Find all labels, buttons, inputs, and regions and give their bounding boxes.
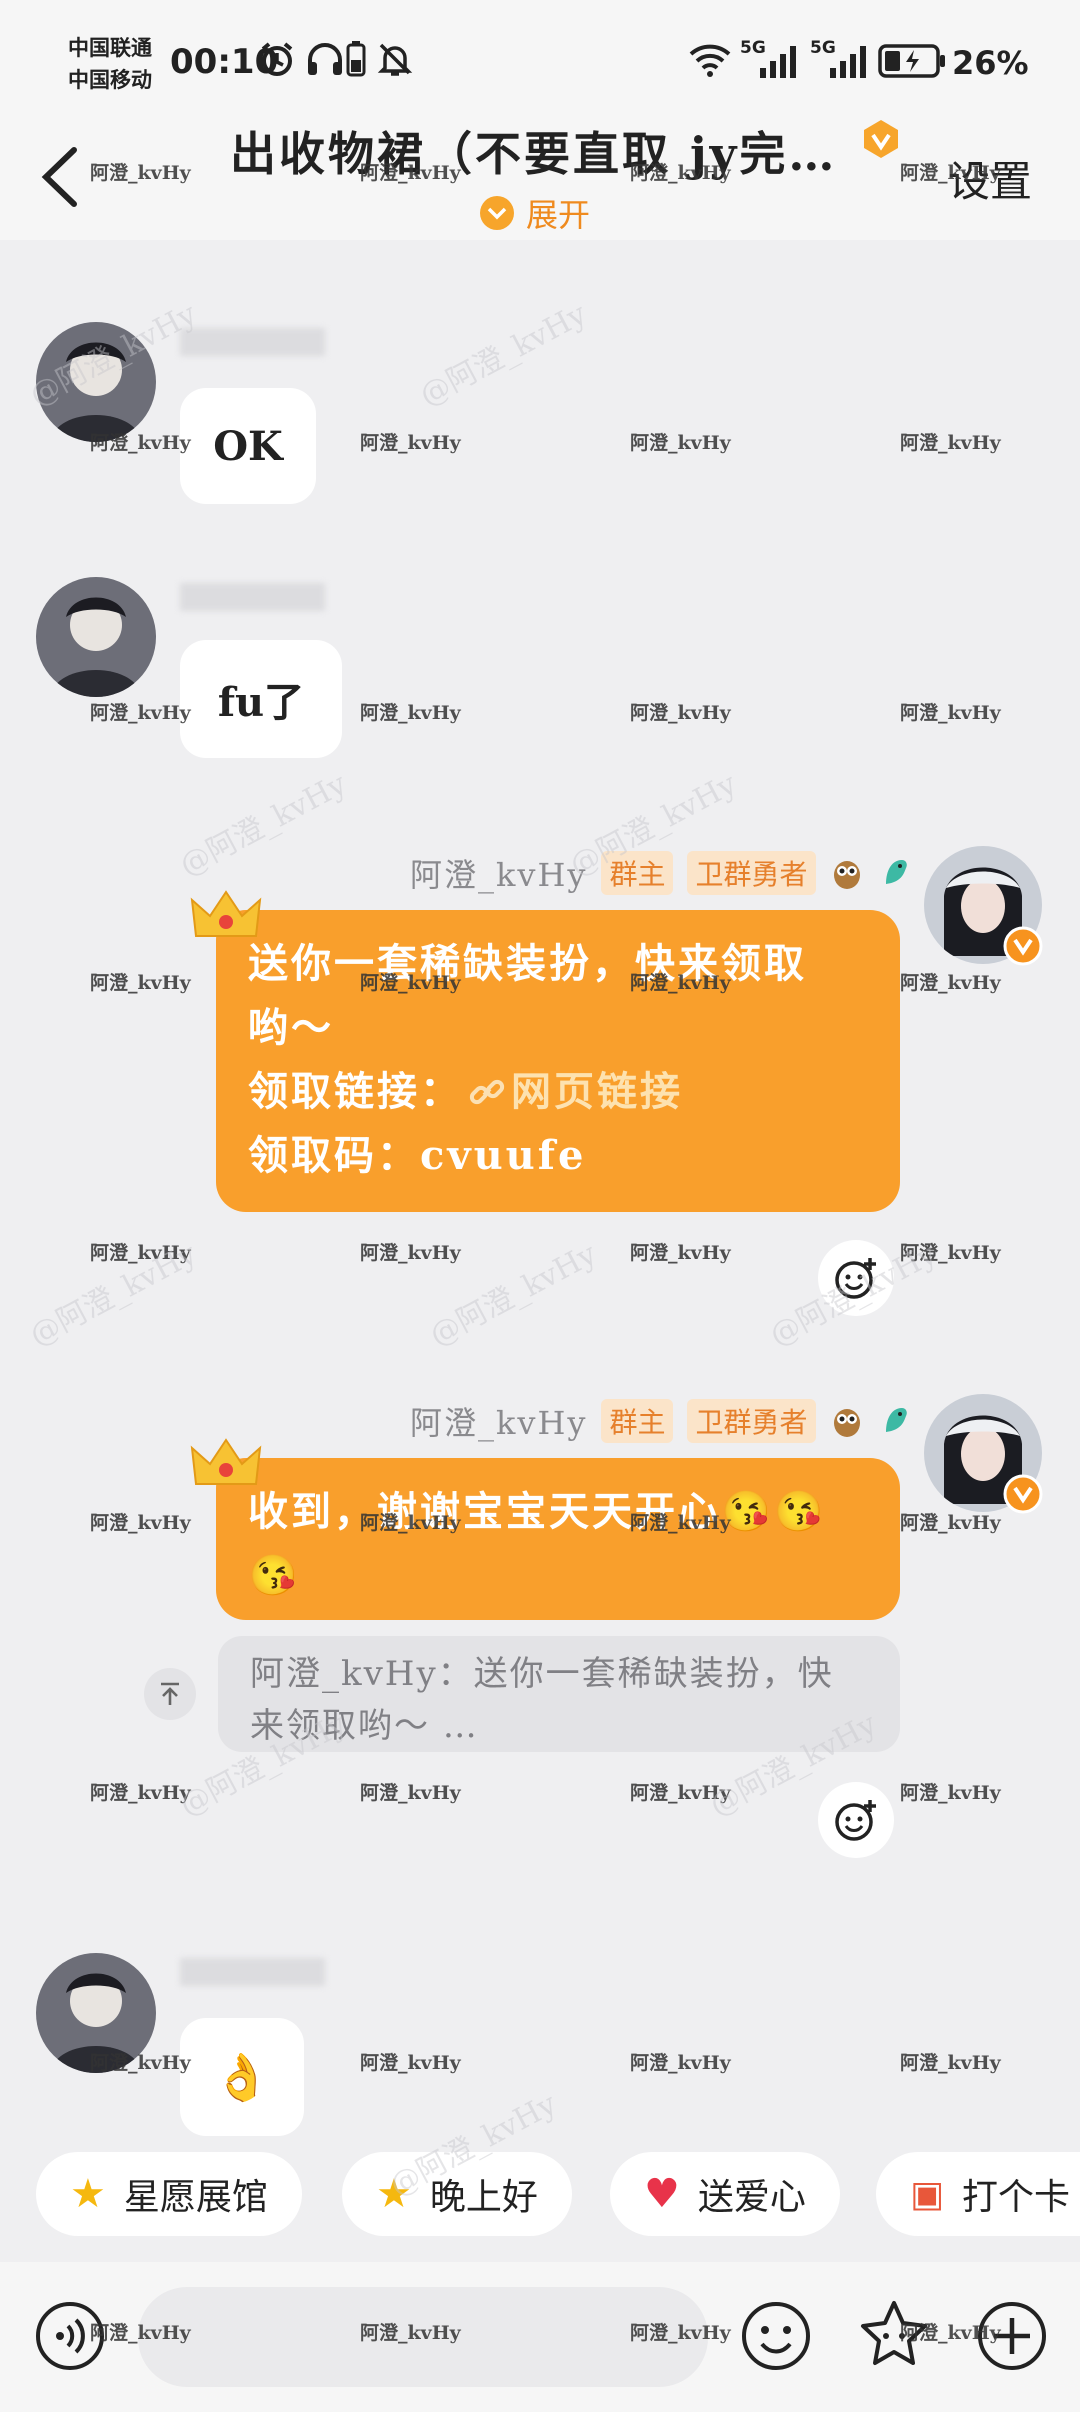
calendar-icon: ▣	[910, 2173, 945, 2215]
message-bubble[interactable]: 👌	[180, 2018, 304, 2136]
watermark-text: 阿澄_kvHy	[900, 702, 1001, 724]
star-icon: ★	[70, 2171, 106, 2217]
reply-message-bubble[interactable]: 收到，谢谢宝宝天天开心😘😘😘	[216, 1458, 900, 1620]
watermark-text: 阿澄_kvHy	[360, 432, 461, 454]
watermark-text: 阿澄_kvHy	[900, 2052, 1001, 2074]
message-bubble[interactable]: OK	[180, 388, 316, 504]
bird-badge-icon	[885, 860, 907, 884]
back-arrow-icon[interactable]	[38, 146, 84, 208]
watermark-text: 阿澄_kvHy	[90, 972, 191, 994]
owl-badge-icon	[833, 1409, 860, 1437]
device-battery-icon	[346, 41, 366, 77]
alarm-icon	[261, 42, 293, 76]
watermark-diagonal: @阿澄_kvHy	[424, 1236, 603, 1354]
top-bar: 中国联通 中国移动 00:10 5G 5G 26% 出收物裙（不要直取 jy完……	[0, 0, 1080, 240]
claim-code[interactable]: cvuufe	[420, 1132, 586, 1179]
web-link[interactable]: 网页链接	[511, 1060, 683, 1124]
arrow-up-icon	[161, 1682, 179, 1705]
owl-badge-icon	[833, 861, 860, 889]
expand-toggle[interactable]: 展开	[480, 190, 590, 236]
headphones-icon	[308, 43, 342, 75]
watermark-text: 阿澄_kvHy	[900, 972, 1001, 994]
watermark-diagonal: @阿澄_kvHy	[174, 766, 353, 884]
watermark-text: 阿澄_kvHy	[900, 1512, 1001, 1534]
voice-icon[interactable]	[34, 2300, 106, 2372]
watermark-text: 阿澄_kvHy	[360, 1242, 461, 1264]
avatar[interactable]	[36, 1953, 156, 2073]
plus-icon[interactable]	[976, 2300, 1048, 2372]
ok-hand-emoji: 👌	[213, 2049, 271, 2104]
watermark-text: 阿澄_kvHy	[360, 1782, 461, 1804]
wifi-icon	[689, 44, 731, 77]
watermark-text: 阿澄_kvHy	[90, 702, 191, 724]
bird-badge-icon	[885, 1408, 907, 1432]
star-icon: ★	[376, 2171, 412, 2217]
sender-name[interactable]: 阿澄_kvHy	[410, 1398, 587, 1444]
settings-button[interactable]: 设置	[948, 148, 1032, 209]
crown-icon	[190, 1438, 262, 1485]
avatar[interactable]	[36, 322, 156, 442]
watermark-diagonal: @阿澄_kvHy	[414, 296, 593, 414]
owner-tag: 群主	[601, 851, 674, 895]
avatar[interactable]	[36, 577, 156, 697]
battery-percent: 26%	[952, 44, 1029, 82]
sender-name-blurred	[180, 583, 325, 611]
input-bar	[0, 2262, 1080, 2412]
watermark-text: 阿澄_kvHy	[900, 432, 1001, 454]
watermark-text: 阿澄_kvHy	[90, 1512, 191, 1534]
sender-name-blurred	[180, 328, 325, 356]
carrier-2: 中国移动	[68, 67, 152, 92]
sticker-star-icon[interactable]	[856, 2298, 932, 2374]
watermark-text: 阿澄_kvHy	[630, 702, 731, 724]
watermark-text: 阿澄_kvHy	[900, 1242, 1001, 1264]
watermark-diagonal: @阿澄_kvHy	[24, 1236, 203, 1354]
heart-icon: ♥	[644, 2171, 680, 2217]
emoji-icon[interactable]	[740, 2300, 812, 2372]
crown-icon	[190, 890, 262, 937]
chip-check-in[interactable]: ▣ 打个卡	[876, 2152, 1080, 2236]
watermark-text: 阿澄_kvHy	[90, 1242, 191, 1264]
link-icon	[469, 1079, 505, 1105]
verified-badge-icon	[864, 120, 898, 158]
bell-muted-icon	[377, 43, 413, 76]
watermark-text: 阿澄_kvHy	[630, 1782, 731, 1804]
group-title[interactable]: 出收物裙（不要直取 jy完…	[230, 118, 837, 184]
carrier-1: 中国联通	[68, 35, 152, 60]
quoted-message[interactable]: 阿澄_kvHy：送你一套稀缺装扮，快 来领取哟～ …	[218, 1636, 900, 1752]
watermark-text: 阿澄_kvHy	[90, 1782, 191, 1804]
message-input[interactable]	[138, 2287, 708, 2387]
smiley-add-icon	[835, 1800, 876, 1841]
gift-message-bubble[interactable]: 送你一套稀缺装扮，快来领取 哟～ 领取链接： 网页链接 领取码：cvuufe	[216, 910, 900, 1212]
message-bubble[interactable]: fu了	[180, 640, 342, 758]
sender-name-blurred	[180, 1958, 325, 1986]
smiley-add-icon	[835, 1258, 876, 1299]
watermark-text: 阿澄_kvHy	[630, 432, 731, 454]
expand-label: 展开	[526, 196, 591, 234]
sender-name[interactable]: 阿澄_kvHy	[410, 850, 587, 896]
signal-1-icon: 5G	[740, 38, 802, 82]
battery-icon	[878, 44, 945, 78]
watermark-text: 阿澄_kvHy	[630, 1242, 731, 1264]
watermark-text: 阿澄_kvHy	[360, 2052, 461, 2074]
honor-tag: 卫群勇者	[687, 1399, 816, 1443]
chip-send-love[interactable]: ♥ 送爱心	[610, 2152, 840, 2236]
verified-badge-icon	[1003, 926, 1043, 966]
signal-2-icon: 5G	[810, 38, 872, 82]
owner-tag: 群主	[601, 1399, 674, 1443]
add-reaction-button[interactable]	[818, 1240, 894, 1316]
watermark-text: 阿澄_kvHy	[630, 2052, 731, 2074]
chevron-down-icon	[480, 196, 514, 230]
watermark-text: 阿澄_kvHy	[360, 702, 461, 724]
jump-to-quote-button[interactable]	[144, 1668, 196, 1720]
honor-tag: 卫群勇者	[687, 851, 816, 895]
sender-row: 阿澄_kvHy 群主 卫群勇者	[410, 850, 912, 896]
chip-wish-gallery[interactable]: ★ 星愿展馆	[36, 2152, 302, 2236]
chip-good-evening[interactable]: ★ 晚上好	[342, 2152, 572, 2236]
verified-badge-icon	[1003, 1474, 1043, 1514]
watermark-text: 阿澄_kvHy	[900, 1782, 1001, 1804]
sender-row: 阿澄_kvHy 群主 卫群勇者	[410, 1398, 912, 1444]
add-reaction-button[interactable]	[818, 1782, 894, 1858]
